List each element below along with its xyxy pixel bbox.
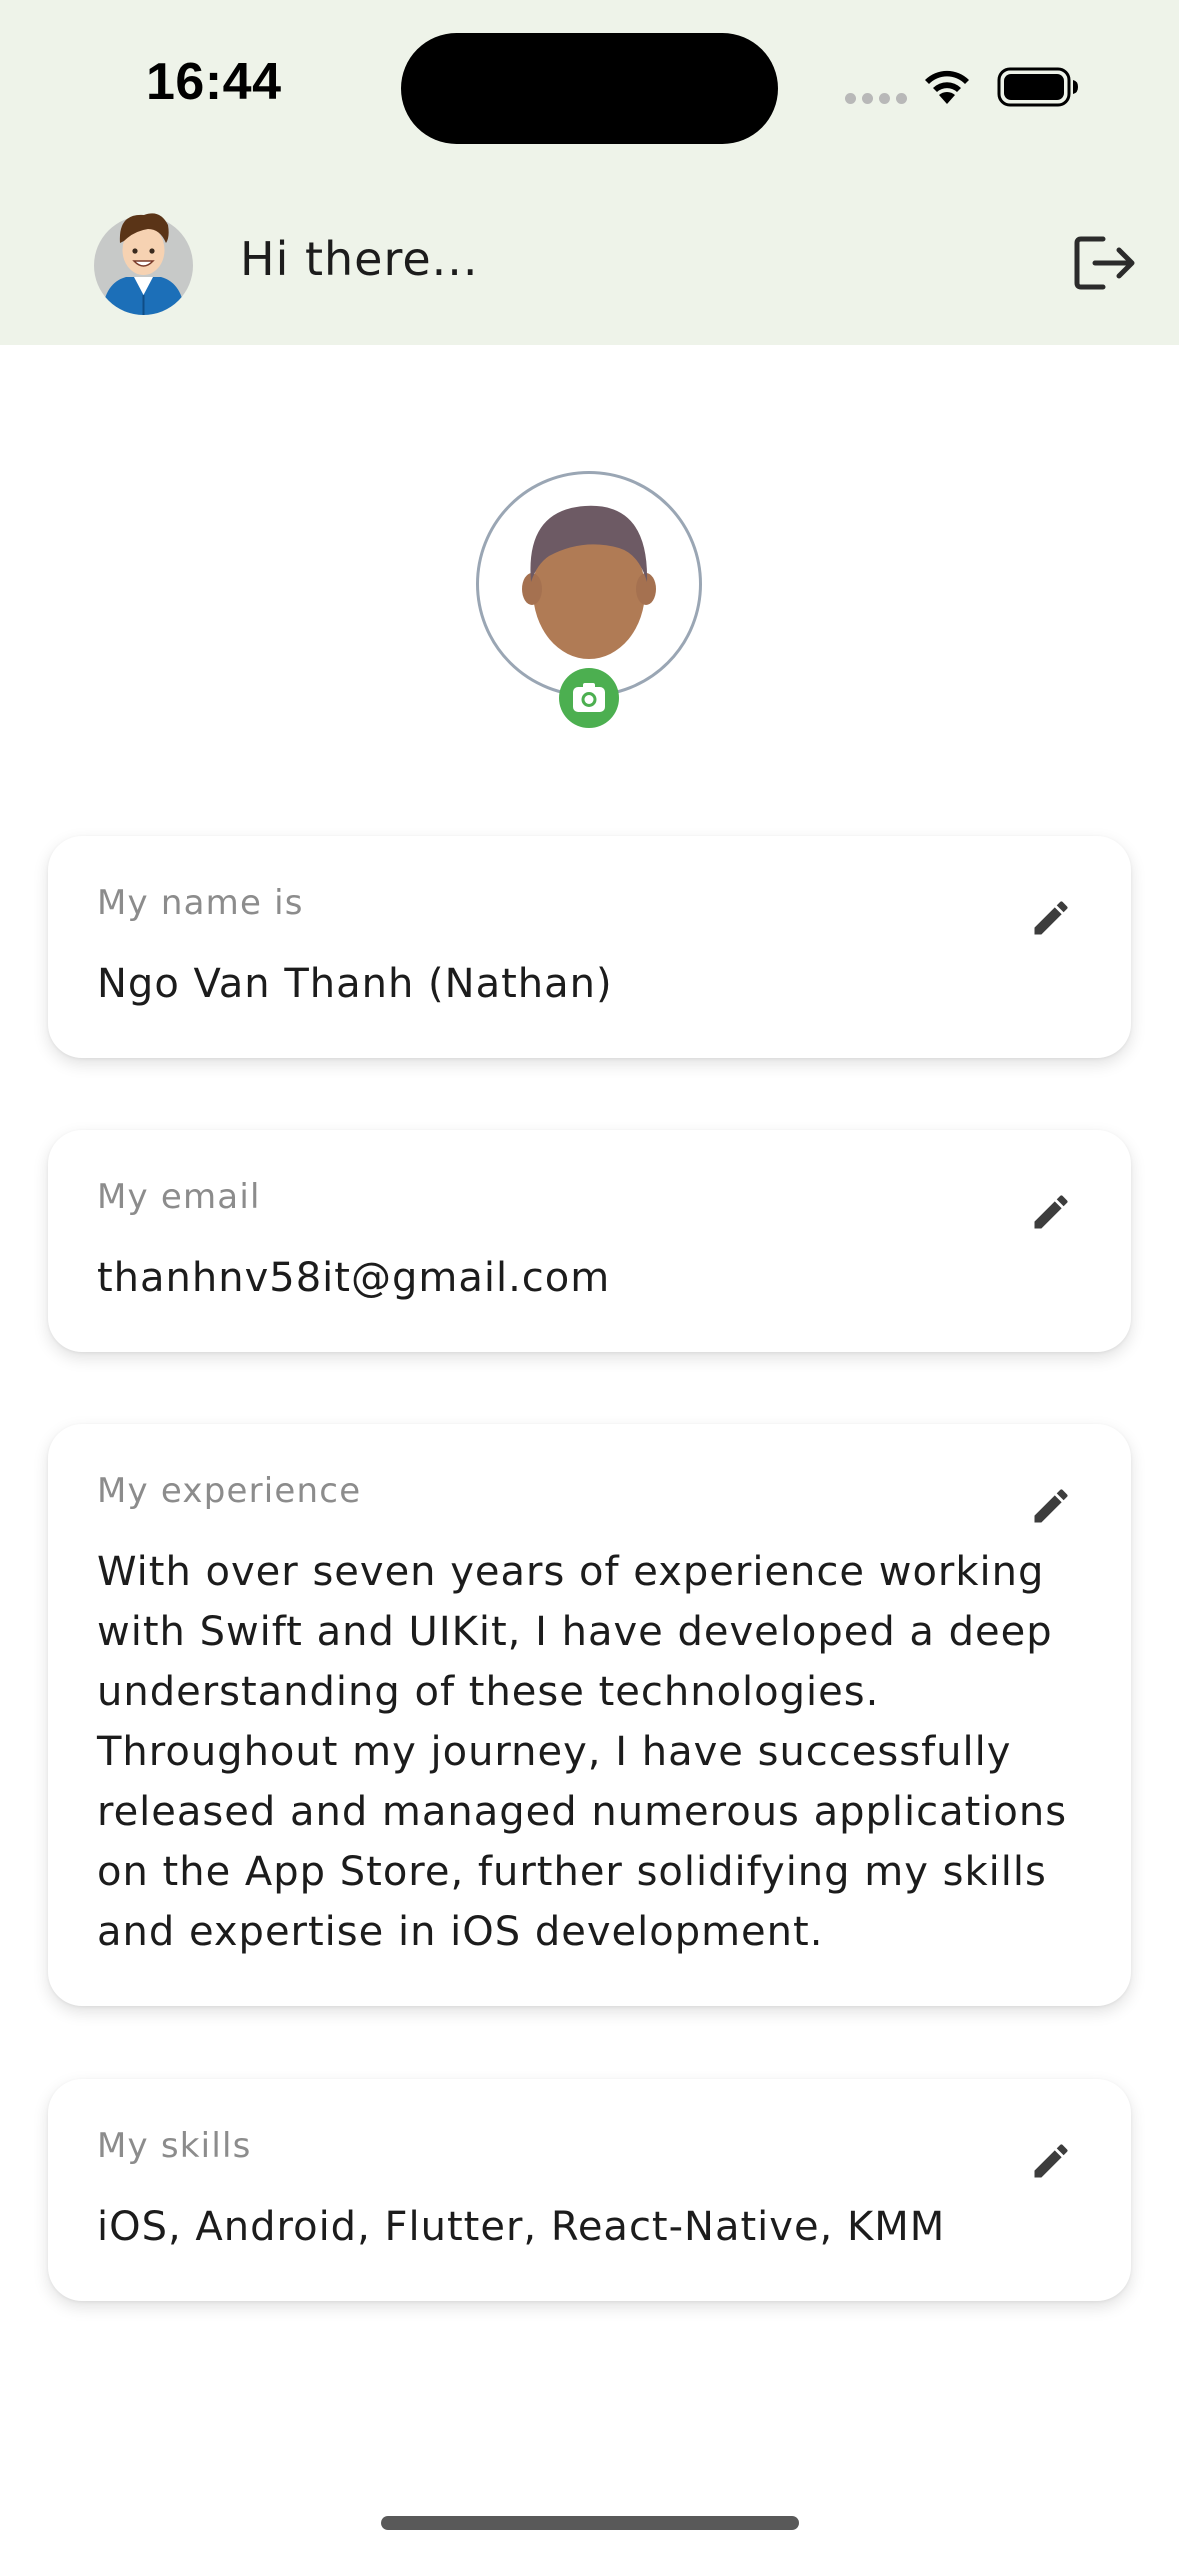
profile-photo[interactable] xyxy=(476,471,702,697)
email-label: My email xyxy=(97,1177,261,1217)
battery-icon xyxy=(997,67,1081,111)
home-indicator[interactable] xyxy=(381,2516,799,2530)
person-placeholder-icon xyxy=(522,505,656,659)
pencil-icon xyxy=(1034,1489,1068,1523)
user-avatar[interactable] xyxy=(94,205,193,315)
experience-card: My experience With over seven years of e… xyxy=(48,1424,1131,2006)
pencil-icon xyxy=(1034,901,1068,935)
email-value: thanhnv58it@gmail.com xyxy=(97,1255,611,1301)
status-time: 16:44 xyxy=(146,53,282,111)
cellular-signal-icon xyxy=(845,93,907,104)
pencil-icon xyxy=(1034,2144,1068,2178)
name-label: My name is xyxy=(97,883,304,923)
email-card: My email thanhnv58it@gmail.com xyxy=(48,1130,1131,1352)
skills-card: My skills iOS, Android, Flutter, React-N… xyxy=(48,2079,1131,2301)
logout-icon xyxy=(1074,236,1135,290)
experience-label: My experience xyxy=(97,1471,362,1511)
edit-name-button[interactable] xyxy=(1011,878,1091,958)
name-value: Ngo Van Thanh (Nathan) xyxy=(97,961,613,1007)
skills-value: iOS, Android, Flutter, React-Native, KMM xyxy=(97,2204,946,2250)
camera-icon xyxy=(573,683,605,712)
change-photo-button[interactable] xyxy=(559,668,619,728)
greeting-text: Hi there... xyxy=(240,232,479,286)
edit-experience-button[interactable] xyxy=(1011,1466,1091,1546)
name-card: My name is Ngo Van Thanh (Nathan) xyxy=(48,836,1131,1058)
experience-value: With over seven years of experience work… xyxy=(97,1549,1068,1955)
edit-skills-button[interactable] xyxy=(1011,2121,1091,2201)
pencil-icon xyxy=(1034,1195,1068,1229)
logout-button[interactable] xyxy=(1070,228,1140,298)
wifi-icon xyxy=(921,66,973,110)
dynamic-island xyxy=(401,33,778,144)
edit-email-button[interactable] xyxy=(1011,1172,1091,1252)
skills-label: My skills xyxy=(97,2126,252,2166)
